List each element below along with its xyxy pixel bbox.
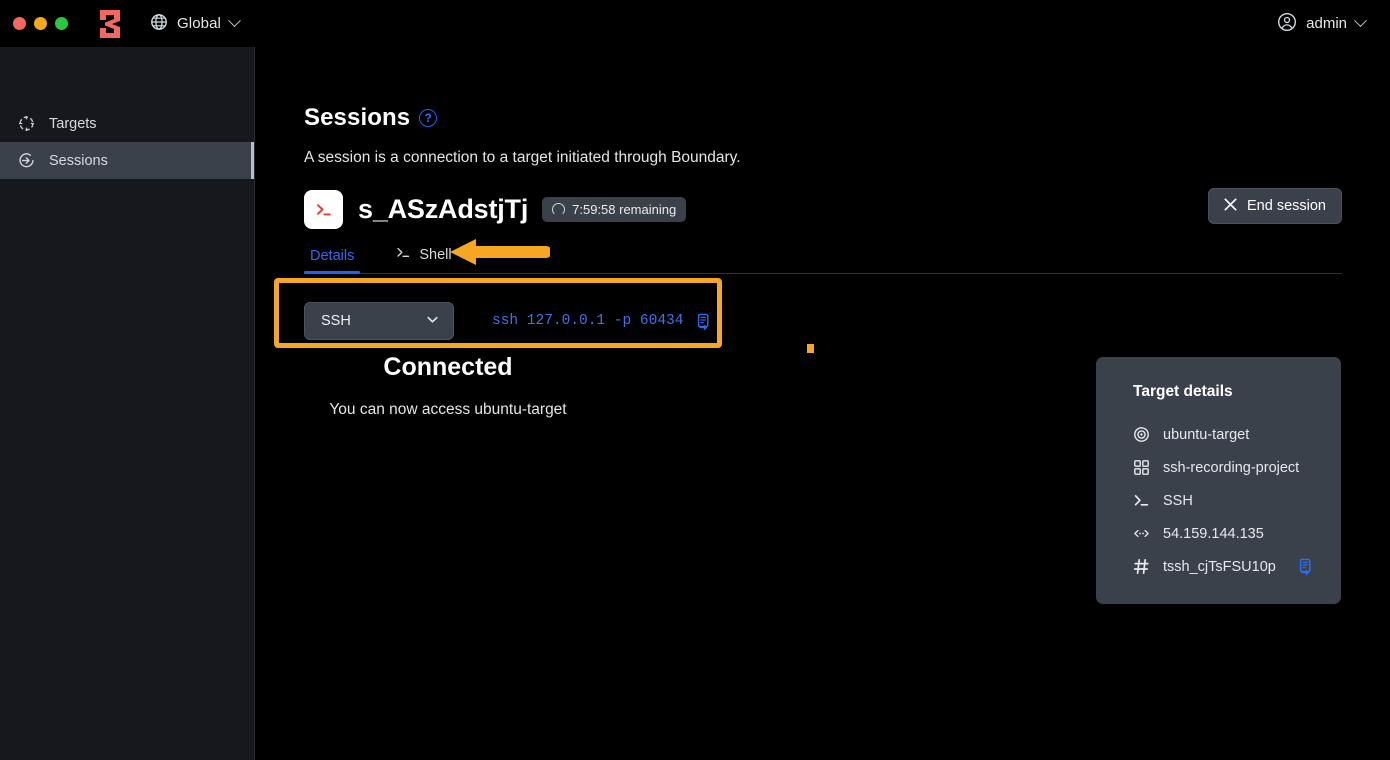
tab-shell[interactable]: Shell	[390, 245, 457, 273]
maximize-window-button[interactable]	[55, 17, 68, 30]
target-details-row-project: ssh-recording-project	[1133, 451, 1341, 484]
terminal-icon	[304, 190, 343, 229]
target-details-row-name: ubuntu-target	[1133, 418, 1341, 451]
tab-label: Shell	[419, 246, 452, 263]
scope-picker[interactable]: Global	[150, 13, 241, 35]
sidebar-item-label: Targets	[49, 115, 97, 132]
copy-icon[interactable]	[695, 313, 711, 330]
network-icon	[1133, 525, 1150, 542]
connect-command: ssh 127.0.0.1 -p 60434	[492, 313, 711, 330]
target-icon	[18, 115, 35, 132]
close-window-button[interactable]	[13, 17, 26, 30]
protocol-value: SSH	[321, 313, 351, 329]
copy-icon[interactable]	[1297, 558, 1313, 575]
session-time-badge: 7:59:58 remaining	[542, 197, 687, 222]
sidebar-item-label: Sessions	[49, 152, 108, 169]
grid-icon	[1133, 459, 1150, 476]
globe-icon	[150, 13, 168, 35]
target-details-row-id: tssh_cjTsFSU10p	[1133, 550, 1341, 583]
target-details-card: Target details ubuntu-target ssh-recordi…	[1096, 357, 1341, 604]
target-name-value: ubuntu-target	[1163, 426, 1250, 443]
help-icon[interactable]: ?	[419, 109, 438, 127]
connected-title: Connected	[383, 353, 513, 381]
session-header: s_ASzAdstjTj 7:59:58 remaining End sessi…	[304, 188, 1342, 229]
chevron-down-icon	[425, 312, 440, 331]
page-header: Sessions ?	[304, 104, 1342, 132]
app-window: Global admin Targets Sessions Sessions ?…	[0, 0, 1390, 760]
session-enter-icon	[18, 152, 35, 169]
page-title: Sessions	[304, 104, 411, 131]
spinner-icon	[552, 203, 566, 216]
tab-label: Details	[310, 248, 355, 264]
protocol-value: SSH	[1163, 492, 1193, 509]
annotation-dot	[807, 344, 814, 353]
session-tabs: Details Shell	[304, 245, 1342, 274]
connected-subtitle: You can now access ubuntu-target	[329, 401, 567, 418]
tab-details[interactable]: Details	[304, 248, 361, 274]
session-id: s_ASzAdstjTj	[358, 194, 529, 224]
connect-row: SSH ssh 127.0.0.1 -p 60434	[304, 302, 1342, 340]
target-details-row-protocol: SSH	[1133, 484, 1341, 517]
target-icon	[1133, 426, 1150, 443]
window-controls	[13, 17, 68, 30]
target-details-heading: Target details	[1133, 383, 1233, 400]
boundary-logo-icon[interactable]	[95, 8, 125, 40]
sidebar-item-targets[interactable]: Targets	[0, 105, 254, 142]
time-remaining-label: 7:59:58 remaining	[572, 202, 677, 217]
address-value: 54.159.144.135	[1163, 525, 1264, 542]
terminal-icon	[1133, 492, 1150, 509]
end-session-label: End session	[1247, 198, 1326, 214]
user-circle-icon	[1277, 12, 1297, 36]
sidebar-item-sessions[interactable]: Sessions	[0, 142, 254, 179]
end-session-button[interactable]: End session	[1208, 188, 1342, 224]
minimize-window-button[interactable]	[34, 17, 47, 30]
project-name-value: ssh-recording-project	[1163, 459, 1300, 476]
page-description: A session is a connection to a target in…	[304, 149, 741, 166]
hash-icon	[1133, 558, 1150, 575]
target-details-row-address: 54.159.144.135	[1133, 517, 1341, 550]
scope-label: Global	[177, 15, 221, 32]
user-menu[interactable]: admin	[1277, 0, 1367, 47]
chevron-down-icon	[228, 14, 241, 28]
protocol-select[interactable]: SSH	[304, 302, 454, 340]
close-icon	[1224, 197, 1237, 215]
terminal-icon	[396, 245, 411, 264]
connected-status: Connected You can now access ubuntu-targ…	[48, 353, 848, 419]
connect-command-text: ssh 127.0.0.1 -p 60434	[492, 313, 684, 329]
titlebar: Global admin	[0, 0, 1390, 47]
target-id-value: tssh_cjTsFSU10p	[1163, 558, 1276, 575]
chevron-down-icon	[1354, 14, 1367, 28]
user-label: admin	[1306, 15, 1347, 32]
